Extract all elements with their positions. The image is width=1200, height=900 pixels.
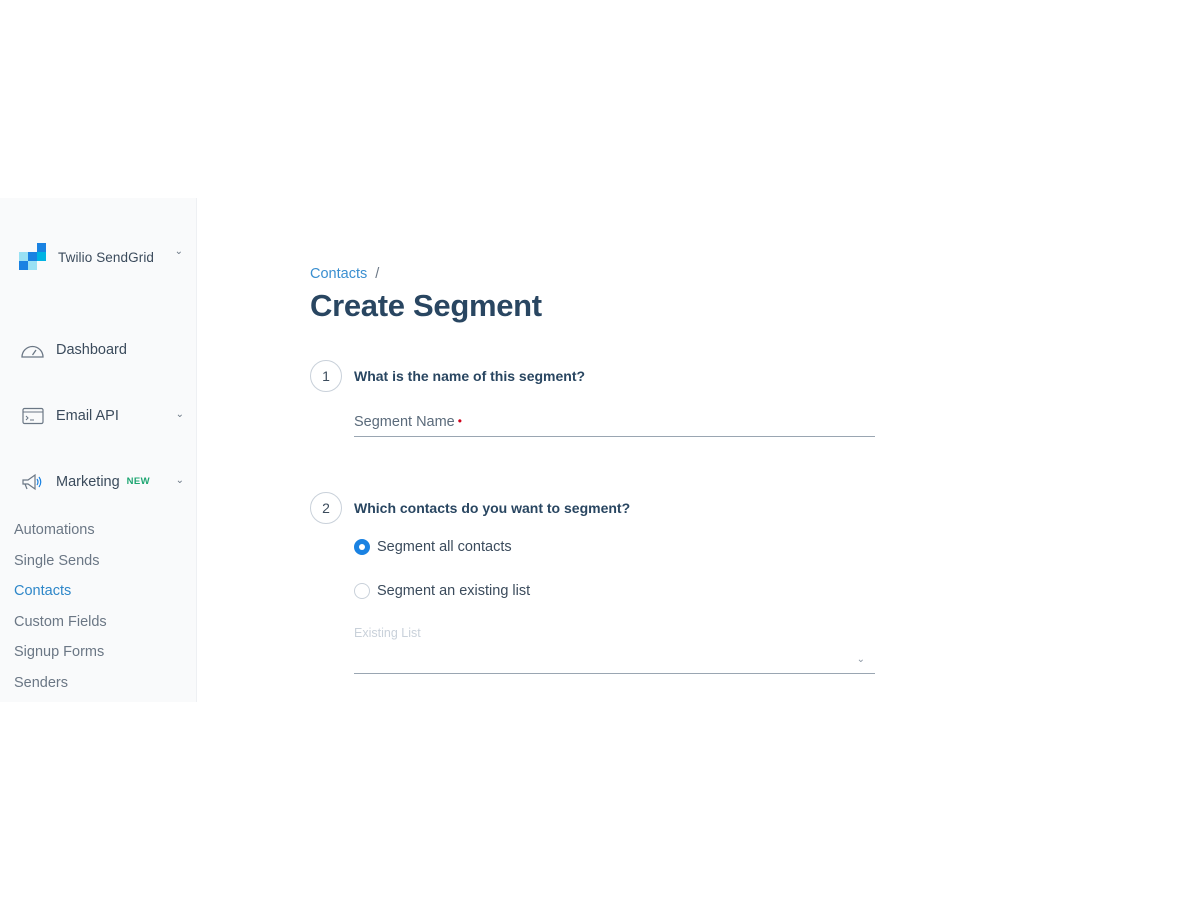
sidebar-item-contacts[interactable]: Contacts bbox=[14, 581, 71, 601]
step-2-indicator: 2 bbox=[310, 492, 342, 524]
step-2-question: Which contacts do you want to segment? bbox=[354, 500, 631, 516]
app-frame: Twilio SendGrid ⌄ Dashboard Email API ⌄ … bbox=[0, 198, 1200, 702]
nav-marketing[interactable]: Marketing NEW ⌄ bbox=[20, 468, 190, 496]
sidebar-item-single-sends[interactable]: Single Sends bbox=[14, 551, 99, 571]
radio-segment-existing-list-label: Segment an existing list bbox=[377, 583, 531, 599]
main-content: Contacts / Create Segment 1 What is the … bbox=[310, 198, 1110, 702]
nav-email-api-label: Email API bbox=[56, 408, 119, 424]
sidebar-item-signup-forms[interactable]: Signup Forms bbox=[14, 642, 104, 662]
nav-marketing-label: Marketing bbox=[56, 474, 120, 490]
nav-dashboard-label: Dashboard bbox=[56, 342, 127, 358]
sendgrid-logo bbox=[19, 243, 47, 271]
radio-selected-icon[interactable] bbox=[354, 539, 370, 555]
segment-name-label: Segment Name bbox=[354, 414, 455, 430]
radio-segment-all-contacts-label: Segment all contacts bbox=[377, 539, 512, 555]
megaphone-icon bbox=[20, 471, 45, 493]
sidebar-item-senders[interactable]: Senders bbox=[14, 673, 68, 693]
sidebar: Twilio SendGrid ⌄ Dashboard Email API ⌄ … bbox=[0, 198, 197, 702]
breadcrumb-separator: / bbox=[375, 266, 380, 282]
account-switcher[interactable]: Twilio SendGrid ⌄ bbox=[19, 242, 189, 272]
terminal-window-icon bbox=[20, 405, 45, 427]
required-marker: • bbox=[457, 414, 462, 428]
chevron-down-icon: ⌄ bbox=[175, 409, 184, 420]
segment-name-field[interactable]: Segment Name • bbox=[354, 413, 875, 437]
chevron-down-icon[interactable]: ⌄ bbox=[175, 246, 183, 257]
nav-dashboard[interactable]: Dashboard bbox=[20, 336, 190, 364]
existing-list-label: Existing List bbox=[354, 626, 421, 640]
step-1-question: What is the name of this segment? bbox=[354, 368, 586, 384]
radio-segment-existing-list[interactable]: Segment an existing list bbox=[354, 583, 530, 599]
chevron-down-icon: ⌄ bbox=[175, 475, 184, 486]
gauge-icon bbox=[20, 339, 45, 361]
radio-unselected-icon[interactable] bbox=[354, 583, 370, 599]
chevron-down-icon: ⌄ bbox=[856, 654, 865, 665]
step-1-indicator: 1 bbox=[310, 360, 342, 392]
breadcrumb: Contacts / bbox=[310, 266, 379, 282]
breadcrumb-contacts-link[interactable]: Contacts bbox=[310, 266, 367, 282]
page-title: Create Segment bbox=[310, 288, 542, 323]
radio-segment-all-contacts[interactable]: Segment all contacts bbox=[354, 539, 512, 555]
account-name: Twilio SendGrid bbox=[58, 249, 155, 265]
nav-email-api[interactable]: Email API ⌄ bbox=[20, 402, 190, 430]
existing-list-select[interactable]: ⌄ bbox=[354, 651, 875, 674]
sidebar-item-custom-fields[interactable]: Custom Fields bbox=[14, 612, 107, 632]
sidebar-item-automations[interactable]: Automations bbox=[14, 520, 95, 540]
new-badge: NEW bbox=[126, 475, 151, 487]
